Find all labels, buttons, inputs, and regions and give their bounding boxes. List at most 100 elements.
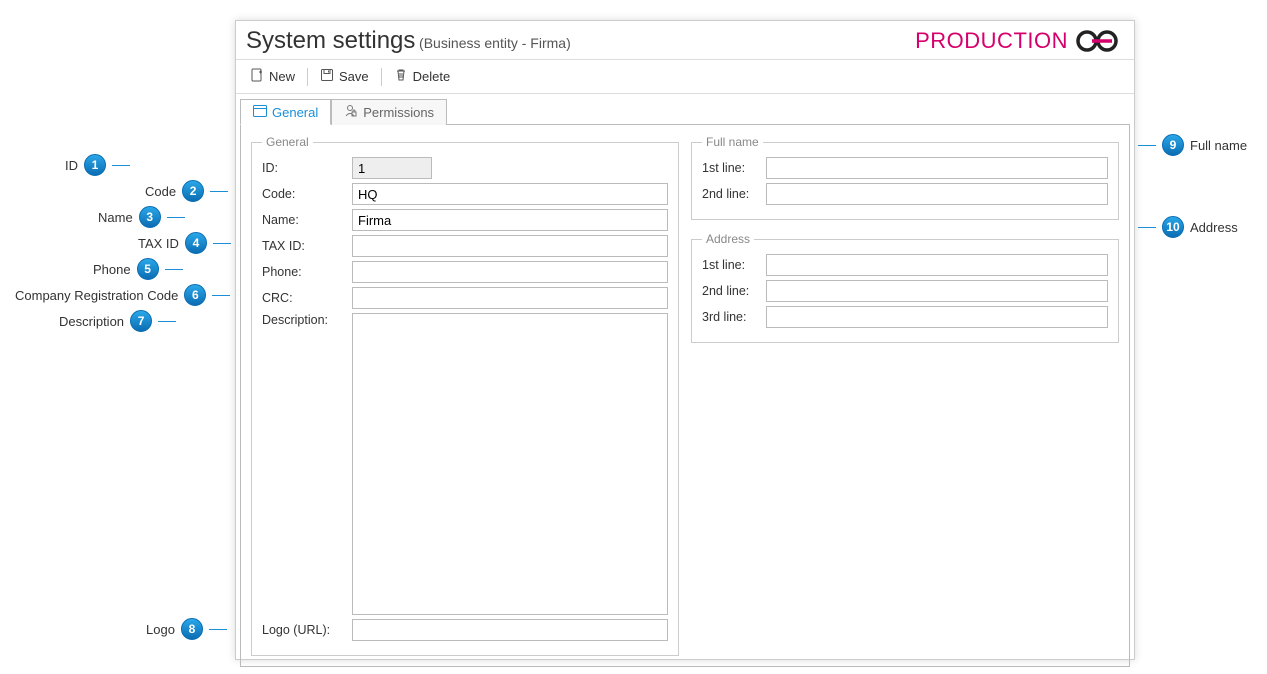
callout-2: Code 2 <box>145 180 228 202</box>
logo-label: Logo (URL): <box>262 623 352 637</box>
delete-label: Delete <box>413 69 451 84</box>
permissions-icon <box>344 104 358 121</box>
id-label: ID: <box>262 161 352 175</box>
fullname-line1-label: 1st line: <box>702 161 766 175</box>
general-fieldset: General ID: Code: Name: TAX ID: <box>251 135 679 656</box>
address-line3-label: 3rd line: <box>702 310 766 324</box>
callout-5: Phone 5 <box>93 258 183 280</box>
name-label: Name: <box>262 213 352 227</box>
new-label: New <box>269 69 295 84</box>
save-label: Save <box>339 69 369 84</box>
row-fullname-line1: 1st line: <box>702 157 1108 179</box>
row-name: Name: <box>262 209 668 231</box>
callout-bubble: 10 <box>1162 216 1184 238</box>
tab-permissions-label: Permissions <box>363 105 434 120</box>
brand: PRODUCTION <box>915 28 1122 54</box>
page-title: System settings <box>246 27 415 54</box>
tab-general[interactable]: General <box>240 99 331 125</box>
tab-general-label: General <box>272 105 318 120</box>
fullname-fieldset: Full name 1st line: 2nd line: <box>691 135 1119 220</box>
callout-9: 9 Full name <box>1138 134 1247 156</box>
fullname-legend: Full name <box>702 135 763 149</box>
row-address-line3: 3rd line: <box>702 306 1108 328</box>
callout-line <box>209 629 227 630</box>
callout-line <box>1138 145 1156 146</box>
save-button[interactable]: Save <box>312 64 377 89</box>
fullname-line1-field[interactable] <box>766 157 1108 179</box>
titlebar: System settings (Business entity - Firma… <box>236 21 1134 60</box>
address-line1-field[interactable] <box>766 254 1108 276</box>
crc-label: CRC: <box>262 291 352 305</box>
row-address-line1: 1st line: <box>702 254 1108 276</box>
phone-field[interactable] <box>352 261 668 283</box>
row-phone: Phone: <box>262 261 668 283</box>
callout-bubble: 5 <box>137 258 159 280</box>
id-field <box>352 157 432 179</box>
callout-bubble: 2 <box>182 180 204 202</box>
right-column: Full name 1st line: 2nd line: Address 1s… <box>691 135 1119 656</box>
callout-5-label: Phone <box>93 262 131 277</box>
address-line2-field[interactable] <box>766 280 1108 302</box>
tab-permissions[interactable]: Permissions <box>331 99 447 125</box>
callout-9-label: Full name <box>1190 138 1247 153</box>
callout-line <box>158 321 176 322</box>
callout-line <box>1138 227 1156 228</box>
callout-3: Name 3 <box>98 206 185 228</box>
fullname-line2-label: 2nd line: <box>702 187 766 201</box>
callout-1: ID 1 <box>65 154 130 176</box>
left-column: General ID: Code: Name: TAX ID: <box>251 135 679 656</box>
callout-8-label: Logo <box>146 622 175 637</box>
row-id: ID: <box>262 157 668 179</box>
page-subtitle: (Business entity - Firma) <box>419 35 571 51</box>
callout-bubble: 1 <box>84 154 106 176</box>
tabs: General Permissions <box>236 98 1134 124</box>
callout-bubble: 9 <box>1162 134 1184 156</box>
callout-line <box>167 217 185 218</box>
code-field[interactable] <box>352 183 668 205</box>
taxid-field[interactable] <box>352 235 668 257</box>
callout-2-label: Code <box>145 184 176 199</box>
name-field[interactable] <box>352 209 668 231</box>
callout-3-label: Name <box>98 210 133 225</box>
address-line3-field[interactable] <box>766 306 1108 328</box>
callout-10: 10 Address <box>1138 216 1238 238</box>
crc-field[interactable] <box>352 287 668 309</box>
callout-8: Logo 8 <box>146 618 227 640</box>
callout-6: Company Registration Code 6 <box>15 284 230 306</box>
phone-label: Phone: <box>262 265 352 279</box>
callout-bubble: 3 <box>139 206 161 228</box>
new-button[interactable]: New <box>242 64 303 89</box>
callout-6-label: Company Registration Code <box>15 288 178 303</box>
callout-1-label: ID <box>65 158 78 173</box>
callout-line <box>212 295 230 296</box>
code-label: Code: <box>262 187 352 201</box>
toolbar: New Save Delete <box>236 60 1134 94</box>
new-icon <box>250 68 264 85</box>
callout-bubble: 4 <box>185 232 207 254</box>
fullname-line2-field[interactable] <box>766 183 1108 205</box>
toolbar-separator <box>381 68 382 86</box>
callout-line <box>210 191 228 192</box>
callout-bubble: 6 <box>184 284 206 306</box>
callout-line <box>213 243 231 244</box>
callout-line <box>165 269 183 270</box>
row-description: Description: <box>262 313 668 615</box>
row-crc: CRC: <box>262 287 668 309</box>
logo-field[interactable] <box>352 619 668 641</box>
save-icon <box>320 68 334 85</box>
row-logo: Logo (URL): <box>262 619 668 641</box>
callout-4: TAX ID 4 <box>138 232 231 254</box>
row-address-line2: 2nd line: <box>702 280 1108 302</box>
settings-window: System settings (Business entity - Firma… <box>235 20 1135 660</box>
callout-10-label: Address <box>1190 220 1238 235</box>
description-field[interactable] <box>352 313 668 615</box>
row-taxid: TAX ID: <box>262 235 668 257</box>
callout-bubble: 8 <box>181 618 203 640</box>
tab-content: General ID: Code: Name: TAX ID: <box>240 124 1130 667</box>
toolbar-separator <box>307 68 308 86</box>
taxid-label: TAX ID: <box>262 239 352 253</box>
trash-icon <box>394 68 408 85</box>
delete-button[interactable]: Delete <box>386 64 459 89</box>
brand-logo-icon <box>1074 28 1122 54</box>
address-fieldset: Address 1st line: 2nd line: 3rd line: <box>691 232 1119 343</box>
